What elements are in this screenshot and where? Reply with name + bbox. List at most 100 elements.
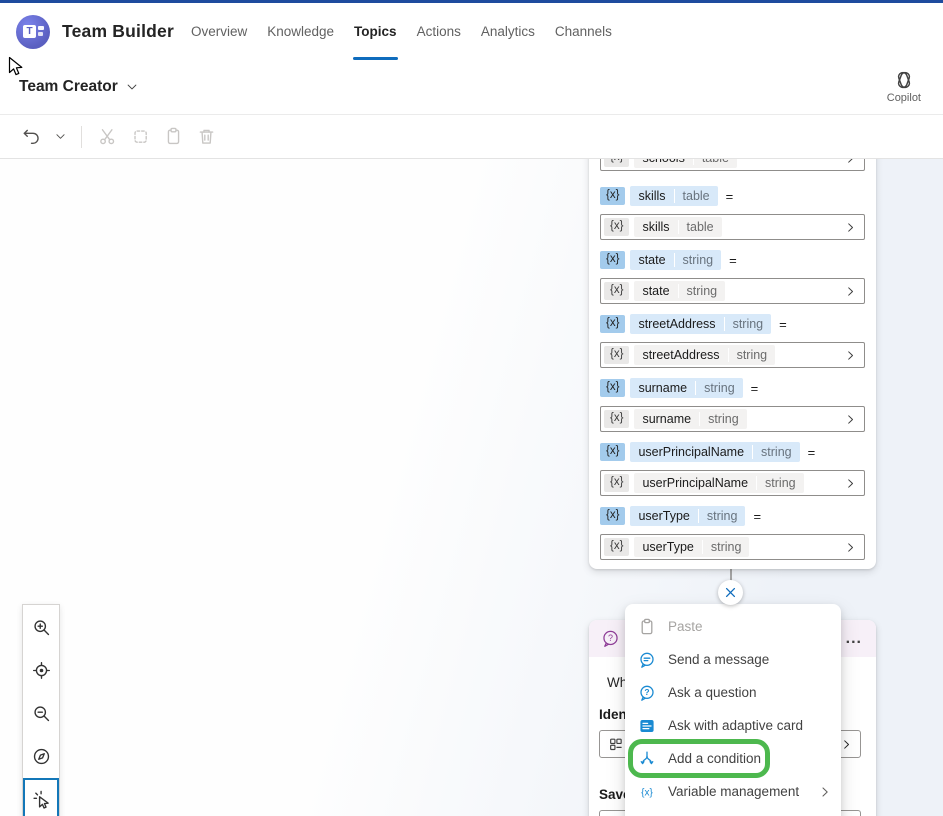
menu-item-topic-management-icon[interactable] [625,808,841,816]
variable-name: streetAddress [630,317,723,331]
zoom-out-icon [32,704,51,723]
menu-item-paste[interactable]: Paste [625,610,841,643]
variable-name: surname [634,412,699,426]
menu-item-variable-management[interactable]: {x} Variable management [625,775,841,808]
paste-button[interactable] [160,124,186,150]
equals-sign: = [808,445,816,460]
variable-assignment: {x} state string = {x} state string [600,249,865,304]
adaptive-card-icon [638,717,656,735]
chevron-right-icon [845,350,856,361]
undo-button[interactable] [18,124,44,150]
paste-icon [638,618,656,636]
variable-value-picker[interactable]: {x} state string [600,278,865,304]
chevron-right-icon [845,542,856,553]
chevron-right-icon [819,786,831,798]
chevron-right-icon [845,159,856,164]
copy-button[interactable] [127,124,153,150]
variable-name-type: surname string [630,378,742,398]
variable-type: string [728,348,776,362]
question-bubble-icon: ? [601,629,620,648]
menu-item-ask-with-adaptive-card[interactable]: Ask with adaptive card [625,709,841,742]
variable-value-picker[interactable]: {x} surname string [600,406,865,432]
edit-toolbar [0,115,943,159]
menu-item-label: Ask with adaptive card [668,718,803,733]
choice-grid-icon [608,736,624,752]
variable-value-picker[interactable]: {x} userPrincipalName string [600,470,865,496]
tab-label: Topics [354,24,397,39]
copilot-studio-window: T Team Builder Overview Knowledge Topics… [0,0,943,816]
variable-name: schools [634,159,692,165]
menu-item-ask-a-question[interactable]: ? Ask a question [625,676,841,709]
insert-node-menu: Paste Send a message ? Ask a question As… [625,604,841,816]
variable-type: table [674,189,718,203]
copilot-icon [894,70,914,90]
svg-text:?: ? [608,633,613,643]
compass-button[interactable] [23,735,59,778]
variable-chip: {x} [604,282,629,300]
chevron-right-icon [845,478,856,489]
chevron-down-button[interactable] [51,124,69,150]
svg-text:?: ? [644,687,649,697]
variable-type: string [698,509,746,523]
add-condition-icon [638,750,656,768]
tab-knowledge[interactable]: Knowledge [257,3,344,60]
tab-actions[interactable]: Actions [407,3,471,60]
menu-item-send-a-message[interactable]: Send a message [625,643,841,676]
tab-label: Channels [555,24,612,39]
tab-topics[interactable]: Topics [344,3,407,60]
variable-name: userType [630,509,697,523]
variable-name-type: surname string [634,409,746,429]
variable-name: userPrincipalName [634,476,756,490]
variable-name-type: userPrincipalName string [634,473,803,493]
copilot-button[interactable]: Copilot [881,68,927,106]
variable-value-picker[interactable]: {x} schools table [600,159,865,171]
tab-channels[interactable]: Channels [545,3,622,60]
variable-label-row: {x} state string = [600,249,865,271]
topic-selector[interactable]: Team Creator [19,78,139,96]
variable-chip: {x} [604,538,629,556]
menu-item-label: Ask a question [668,685,757,700]
variable-management-icon: {x} [638,783,656,801]
tab-analytics[interactable]: Analytics [471,3,545,60]
variable-assignment: {x} userPrincipalName string = {x} userP… [600,441,865,496]
variable-name: skills [630,189,673,203]
delete-button[interactable] [193,124,219,150]
variable-value-picker[interactable]: {x} skills table [600,214,865,240]
variable-value-picker[interactable]: {x} streetAddress string [600,342,865,368]
insert-node-menu-items: Paste Send a message ? Ask a question As… [625,610,841,816]
variable-chip: {x} [600,315,625,333]
variable-chip: {x} [604,218,629,236]
topic-bar: Team Creator Copilot [0,60,943,115]
app-header: T Team Builder Overview Knowledge Topics… [0,3,943,60]
variable-name-type: streetAddress string [634,345,775,365]
variable-name: streetAddress [634,348,727,362]
variable-type: table [693,159,737,165]
zoom-out-button[interactable] [23,692,59,735]
send-message-icon [638,651,656,669]
node-more-button[interactable]: ... [842,632,866,646]
cut-icon [98,127,117,146]
menu-item-label: Add a condition [668,751,761,766]
chevron-right-icon [845,286,856,297]
center-view-button[interactable] [23,649,59,692]
zoom-in-button[interactable] [23,606,59,649]
close-insert-menu-button[interactable] [718,580,743,605]
variable-assignment: {x} streetAddress string = {x} streetAdd… [600,313,865,368]
variable-value-picker[interactable]: {x} userType string [600,534,865,560]
tab-label: Knowledge [267,24,334,39]
variable-assignment-list: {x} skills table = {x} skills table {x} … [600,185,865,560]
select-pointer-button[interactable] [23,778,59,816]
menu-item-add-a-condition[interactable]: Add a condition [625,742,841,775]
variable-assignment: {x} userType string = {x} userType strin… [600,505,865,560]
variables-panel: {x} schools table {x} skills table = {x}… [589,159,876,569]
variable-label-row: {x} skills table = [600,185,865,207]
chevron-right-icon [845,222,856,233]
cut-button[interactable] [94,124,120,150]
authoring-canvas[interactable]: {x} schools table {x} skills table = {x}… [0,159,943,816]
variable-type: string [699,412,747,426]
tab-overview[interactable]: Overview [181,3,257,60]
variable-name: userType [634,540,701,554]
compass-icon [32,747,51,766]
variable-name-type: state string [634,281,725,301]
variable-name-type: userPrincipalName string [630,442,799,462]
